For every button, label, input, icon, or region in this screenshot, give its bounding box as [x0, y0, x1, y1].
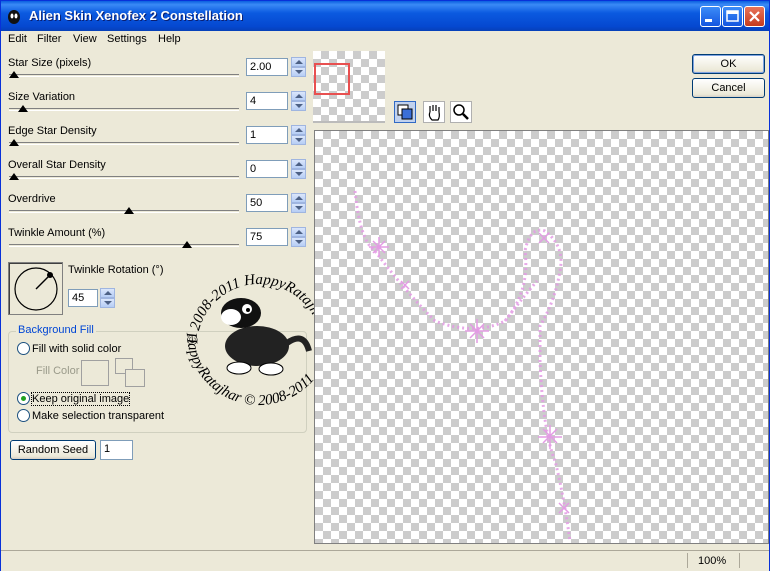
- ok-button[interactable]: OK: [692, 54, 765, 74]
- twinkle-rotation-input[interactable]: 45: [68, 289, 98, 307]
- star-size-input[interactable]: 2.00: [246, 58, 288, 76]
- spin-up-icon[interactable]: [291, 91, 306, 101]
- fill-color-swatch[interactable]: [81, 360, 109, 386]
- menu-bar: Edit Filter View Settings Help: [1, 31, 769, 48]
- spin-up-icon[interactable]: [291, 57, 306, 67]
- maximize-button[interactable]: [722, 6, 743, 27]
- slider-track[interactable]: [9, 176, 239, 179]
- fill-solid-label[interactable]: Fill with solid color: [32, 343, 121, 355]
- overall-density-spinner[interactable]: [291, 159, 306, 179]
- spin-down-icon[interactable]: [291, 169, 306, 179]
- dialog-window: Alien Skin Xenofex 2 Constellation Edit …: [0, 0, 770, 571]
- spin-up-icon[interactable]: [291, 125, 306, 135]
- spin-down-icon[interactable]: [291, 203, 306, 213]
- close-icon: [749, 11, 760, 22]
- overdrive-input[interactable]: 50: [246, 194, 288, 212]
- menu-help[interactable]: Help: [158, 33, 181, 45]
- slider-thumb[interactable]: [9, 173, 19, 180]
- magnifier-icon: [453, 104, 469, 120]
- minimize-button[interactable]: [700, 6, 721, 27]
- twinkle-rotation-label: Twinkle Rotation (°): [68, 264, 164, 276]
- group-title: Background Fill: [16, 324, 96, 336]
- swatch-front: [125, 369, 145, 387]
- star-size-spinner[interactable]: [291, 57, 306, 77]
- preview-canvas[interactable]: [314, 130, 769, 544]
- slider-track[interactable]: [9, 142, 239, 145]
- random-seed-input[interactable]: 1: [100, 440, 133, 460]
- zoom-level: 100%: [698, 555, 727, 567]
- slider-thumb[interactable]: [9, 139, 19, 146]
- zoom-tool-button[interactable]: [450, 101, 472, 123]
- menu-settings[interactable]: Settings: [107, 33, 147, 45]
- spin-down-icon[interactable]: [291, 101, 306, 111]
- rotation-dial[interactable]: [8, 262, 63, 315]
- star-trail-preview: [353, 190, 572, 542]
- slider-track[interactable]: [9, 244, 239, 247]
- slider-label: Star Size (pixels): [8, 57, 92, 69]
- spin-down-icon[interactable]: [291, 135, 306, 145]
- menu-filter[interactable]: Filter: [37, 33, 61, 45]
- slider-thumb[interactable]: [124, 207, 134, 214]
- transparent-label[interactable]: Make selection transparent: [32, 410, 164, 422]
- keep-original-radio[interactable]: [17, 392, 30, 405]
- status-grip[interactable]: [739, 553, 768, 568]
- hand-tool-button[interactable]: [423, 101, 445, 123]
- menu-view[interactable]: View: [73, 33, 97, 45]
- slider-label: Overall Star Density: [8, 159, 106, 171]
- spin-up-icon[interactable]: [100, 288, 115, 298]
- keep-original-label[interactable]: Keep original image: [30, 392, 131, 406]
- cancel-button[interactable]: Cancel: [692, 78, 765, 98]
- slider-track[interactable]: [9, 74, 239, 77]
- hand-icon: [428, 105, 440, 121]
- slider-thumb[interactable]: [9, 71, 19, 78]
- fill-solid-radio[interactable]: [17, 342, 30, 355]
- navigator-viewport[interactable]: [314, 63, 350, 95]
- preview-toggle-icon: [397, 104, 413, 120]
- spin-up-icon[interactable]: [291, 159, 306, 169]
- spin-down-icon[interactable]: [291, 237, 306, 247]
- slider-thumb[interactable]: [18, 105, 29, 112]
- edge-density-spinner[interactable]: [291, 125, 306, 145]
- maximize-icon: [726, 10, 739, 22]
- slider-track[interactable]: [9, 108, 239, 111]
- spin-down-icon[interactable]: [291, 67, 306, 77]
- spin-up-icon[interactable]: [291, 227, 306, 237]
- slider-thumb[interactable]: [181, 241, 192, 248]
- size-variation-spinner[interactable]: [291, 91, 306, 111]
- minimize-icon: [705, 19, 712, 22]
- slider-label: Size Variation: [8, 91, 76, 103]
- menu-edit[interactable]: Edit: [8, 33, 27, 45]
- random-seed-button[interactable]: Random Seed: [10, 440, 96, 460]
- twinkle-rotation-spinner[interactable]: [100, 288, 115, 308]
- spin-down-icon[interactable]: [100, 298, 115, 308]
- dial-icon: [14, 267, 58, 311]
- title-bar: Alien Skin Xenofex 2 Constellation: [1, 1, 769, 31]
- status-bar: 100%: [1, 550, 769, 571]
- spin-up-icon[interactable]: [291, 193, 306, 203]
- close-button[interactable]: [744, 6, 765, 27]
- twinkle-amount-input[interactable]: 75: [246, 228, 288, 246]
- window-title: Alien Skin Xenofex 2 Constellation: [29, 8, 243, 23]
- toggle-preview-button[interactable]: [394, 101, 416, 123]
- twinkle-amount-spinner[interactable]: [291, 227, 306, 247]
- dog-icon: [221, 298, 312, 376]
- app-icon: [8, 10, 20, 24]
- size-variation-input[interactable]: 4: [246, 92, 288, 110]
- slider-label: Edge Star Density: [8, 125, 97, 137]
- overdrive-spinner[interactable]: [291, 193, 306, 213]
- transparent-radio[interactable]: [17, 409, 30, 422]
- edge-density-input[interactable]: 1: [246, 126, 288, 144]
- fill-color-label: Fill Color: [36, 365, 80, 377]
- slider-label: Twinkle Amount (%): [8, 227, 106, 239]
- overall-density-input[interactable]: 0: [246, 160, 288, 178]
- slider-label: Overdrive: [8, 193, 56, 205]
